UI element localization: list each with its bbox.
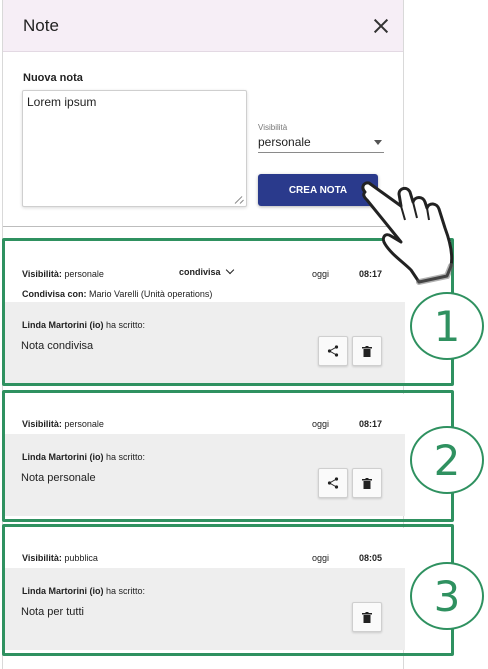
- resize-grip-icon[interactable]: [235, 195, 244, 204]
- visibility-select-value: personale: [258, 135, 311, 149]
- new-note-textarea[interactable]: [22, 90, 247, 207]
- pointing-hand-icon: [361, 181, 454, 285]
- panel-header: Note: [3, 0, 403, 52]
- annotation-box-2: [2, 390, 454, 522]
- visibility-field-label: Visibilità: [258, 123, 288, 132]
- visibility-select[interactable]: personale: [258, 133, 384, 153]
- divider: [3, 226, 403, 227]
- annotation-number-3: 3: [410, 562, 484, 630]
- annotation-number-1: 1: [410, 292, 484, 360]
- close-icon[interactable]: [373, 18, 389, 34]
- new-note-label: Nuova nota: [23, 72, 83, 84]
- panel-title: Note: [23, 16, 59, 35]
- annotation-box-3: [2, 524, 454, 656]
- caret-down-icon: [374, 140, 382, 145]
- annotation-number-2: 2: [410, 426, 484, 494]
